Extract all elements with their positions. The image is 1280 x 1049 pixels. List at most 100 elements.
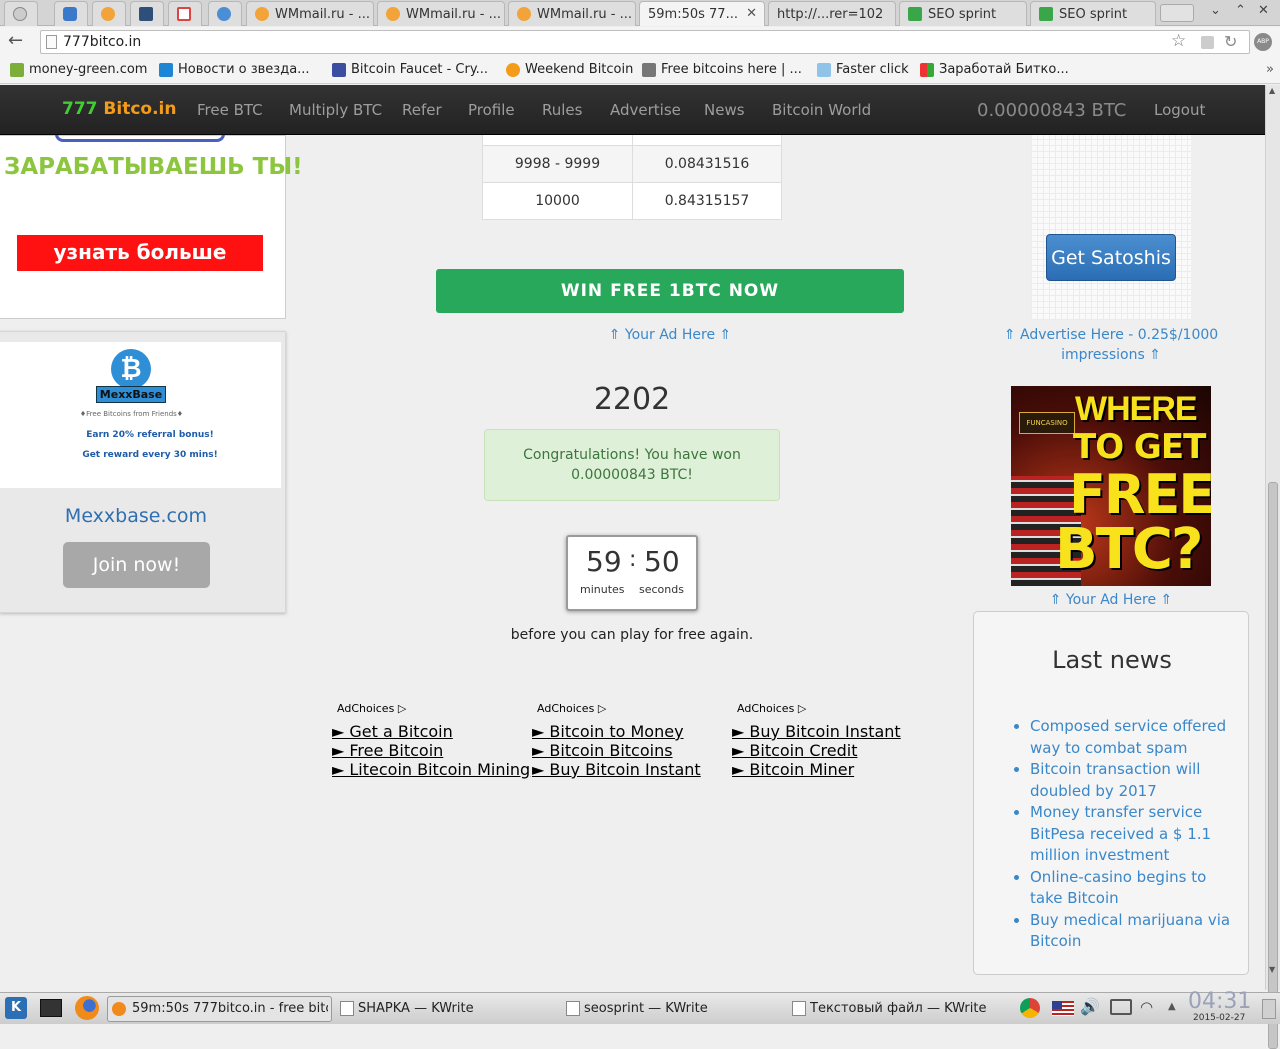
nav-rules[interactable]: Rules (542, 101, 582, 119)
ad-link[interactable]: ► Bitcoin Credit (732, 741, 901, 760)
wifi-icon[interactable]: ◠ (1140, 998, 1153, 1016)
tab-pinned-3[interactable] (92, 1, 126, 26)
ad-link[interactable]: ► Bitcoin Miner (732, 760, 901, 779)
news-item[interactable]: Online-casino begins to take Bitcoin (1030, 867, 1238, 910)
taskbar-item-textfile[interactable]: Текстовый файл — KWrite (810, 1001, 986, 1016)
extension-icon[interactable] (1201, 36, 1214, 49)
site-logo[interactable]: 777 Bitco.in (62, 99, 176, 119)
ad-link[interactable]: ► Bitcoin Bitcoins (532, 741, 701, 760)
banner-heading: ЗАРАБАТЫВАЕШЬ ТЫ! (4, 154, 303, 180)
mexxbase-join-button[interactable]: Join now! (63, 542, 210, 588)
last-news-panel: Last news Composed service offered way t… (973, 611, 1249, 975)
star-icon[interactable]: ☆ (1171, 31, 1186, 51)
minimize-icon[interactable]: ⌄ (1210, 3, 1221, 18)
close-window-icon[interactable]: ✕ (1258, 3, 1269, 18)
ad-mexxbase: ₿ MexxBase ♦Free Bitcoins from Friends♦ … (0, 331, 286, 613)
new-tab-button[interactable] (1160, 4, 1194, 22)
chrome-icon[interactable] (1020, 998, 1040, 1018)
bookmarks-overflow-icon[interactable]: » (1266, 62, 1274, 77)
bookmark-weekend-bitcoin[interactable]: Weekend Bitcoin (506, 62, 633, 77)
casino-ad-banner[interactable]: FUNCASINO WHERE TO GET FREE BTC? (1011, 386, 1211, 586)
bookmark-free-bitcoins[interactable]: Free bitcoins here | ... (642, 62, 802, 77)
scroll-up-icon[interactable]: ▲ (1269, 86, 1275, 95)
volume-icon[interactable]: 🔊 (1080, 997, 1100, 1016)
tab-pinned-gmail[interactable] (168, 1, 202, 26)
ad-link[interactable]: ► Get a Bitcoin (332, 722, 530, 741)
payout-table: 9998 - 9999 0.08431516 10000 0.84315157 (481, 135, 782, 220)
nav-multiply-btc[interactable]: Multiply BTC (289, 101, 382, 119)
bookmark-money-green[interactable]: money-green.com (10, 62, 147, 77)
advertise-here-link[interactable]: ⇑ Advertise Here - 0.25$/1000 impression… (990, 325, 1232, 365)
tab-active-777bitcoin[interactable]: 59m:50s 77... ✕ (639, 1, 765, 26)
cube-icon (332, 62, 346, 77)
adchoices-label[interactable]: AdChoices ▷ (537, 702, 701, 715)
nav-advertise[interactable]: Advertise (610, 101, 681, 119)
table-row (481, 135, 782, 146)
nav-profile[interactable]: Profile (468, 101, 515, 119)
bookmark-news[interactable]: Новости о звезда... (159, 62, 310, 77)
clock-time[interactable]: 04:31 (1188, 989, 1251, 1014)
news-item[interactable]: Buy medical marijuana via Bitcoin (1030, 910, 1238, 953)
chart-icon (642, 62, 656, 77)
firefox-icon[interactable] (75, 996, 99, 1020)
address-bar[interactable]: 777bitco.in ☆ ↻ (40, 30, 1250, 54)
ad-link[interactable]: ► Buy Bitcoin Instant (732, 722, 901, 741)
show-desktop-button[interactable] (1262, 999, 1276, 1019)
tab-seosprint-1[interactable]: SEO sprint (899, 1, 1027, 26)
adchoices-label[interactable]: AdChoices ▷ (737, 702, 901, 715)
taskbar-item-browser[interactable]: 59m:50s 777bitco.in - free bitc (107, 996, 332, 1022)
reload-icon[interactable]: ↻ (1224, 32, 1237, 51)
adblock-icon[interactable]: ABP (1254, 33, 1272, 51)
nav-logout[interactable]: Logout (1154, 101, 1205, 119)
mexxbase-site-link[interactable]: Mexxbase.com (0, 505, 272, 527)
banner-learn-more-button[interactable]: узнать больше (17, 235, 263, 271)
get-satoshis-button[interactable]: Get Satoshis (1046, 234, 1176, 281)
tab-referral[interactable]: http://...rer=102 (768, 1, 896, 26)
back-arrow-icon[interactable]: ← (8, 30, 23, 51)
mexxbase-image[interactable]: ₿ MexxBase ♦Free Bitcoins from Friends♦ … (0, 342, 281, 488)
tab-wmmail-2[interactable]: WMmail.ru - ... (377, 1, 505, 26)
kde-start-icon[interactable]: K (5, 997, 27, 1019)
ad-banner-russian[interactable]: ЗАРАБАТЫВАЕШЬ ТЫ! узнать больше (0, 135, 303, 319)
tab-seosprint-2[interactable]: SEO sprint (1030, 1, 1156, 26)
close-tab-icon[interactable]: ✕ (746, 6, 757, 21)
news-item[interactable]: Composed service offered way to combat s… (1030, 716, 1238, 759)
display-icon[interactable] (1110, 999, 1132, 1015)
taskbar-item-shapka[interactable]: SHAPKA — KWrite (358, 1001, 474, 1016)
win-free-btc-button[interactable]: WIN FREE 1BTC NOW (436, 269, 904, 313)
nav-news[interactable]: News (704, 101, 745, 119)
scroll-down-icon[interactable]: ▼ (1269, 965, 1275, 974)
tab-pinned-4[interactable] (130, 1, 164, 26)
tray-expand-icon[interactable]: ▲ (1168, 1001, 1176, 1012)
tab-wmmail-1[interactable]: WMmail.ru - ... (246, 1, 374, 26)
ad-link[interactable]: ► Buy Bitcoin Instant (532, 760, 701, 779)
bookmark-bitcoin-faucet[interactable]: Bitcoin Faucet - Cry... (332, 62, 488, 77)
tab-wmmail-3[interactable]: WMmail.ru - ... (508, 1, 636, 26)
news-item[interactable]: Bitcoin transaction will doubled by 2017 (1030, 759, 1238, 802)
tab-pinned-6[interactable] (208, 1, 242, 26)
news-item[interactable]: Money transfer service BitPesa received … (1030, 802, 1238, 867)
casino-logo: FUNCASINO (1019, 412, 1075, 434)
adchoices-label[interactable]: AdChoices ▷ (337, 702, 530, 715)
ad-link[interactable]: ► Litecoin Bitcoin Mining (332, 760, 530, 779)
nav-refer[interactable]: Refer (402, 101, 442, 119)
bookmark-faster-click[interactable]: Faster click (817, 62, 909, 77)
tab-pinned-2[interactable] (54, 1, 88, 26)
casino-headline-3: FREE (1069, 463, 1211, 526)
nav-free-btc[interactable]: Free BTC (197, 101, 263, 119)
congratulations-alert: Congratulations! You have won 0.00000843… (484, 429, 780, 501)
nav-bitcoin-world[interactable]: Bitcoin World (772, 101, 871, 119)
ad-link[interactable]: ► Bitcoin to Money (532, 722, 701, 741)
taskbar-item-seosprint[interactable]: seosprint — KWrite (584, 1001, 708, 1016)
page-scrollbar[interactable]: ▲ ▼ (1265, 85, 1280, 1049)
tab-pinned-1[interactable] (4, 1, 38, 26)
bookmark-zarabotai[interactable]: Заработай Битко... (920, 62, 1069, 77)
your-ad-here-right-link[interactable]: ⇑ Your Ad Here ⇑ (990, 592, 1232, 608)
maximize-icon[interactable]: ⌃ (1235, 3, 1246, 18)
terminal-icon[interactable] (40, 999, 62, 1017)
mexxbase-line2: Get reward every 30 mins! (82, 450, 218, 460)
scrollbar-thumb[interactable] (1268, 482, 1278, 1049)
your-ad-here-link[interactable]: ⇑ Your Ad Here ⇑ (436, 327, 904, 343)
us-flag-icon[interactable] (1052, 1001, 1074, 1016)
ad-link[interactable]: ► Free Bitcoin (332, 741, 530, 760)
